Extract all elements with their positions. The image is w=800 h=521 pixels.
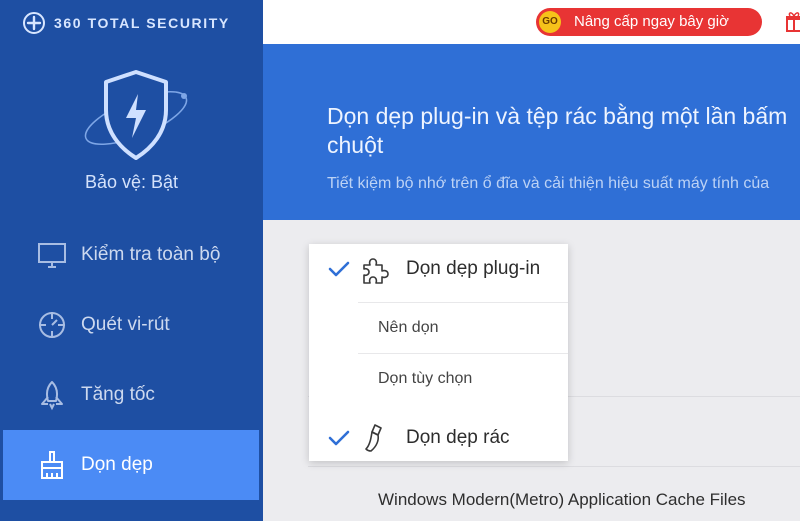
- sidebar-item-label: Tăng tốc: [81, 384, 155, 405]
- plus-logo-icon: [23, 12, 45, 34]
- monitor-icon: [38, 243, 66, 268]
- broom-icon: [41, 451, 63, 479]
- upgrade-label: Nâng cấp ngay bây giờ: [574, 13, 729, 30]
- option-junk-cleanup[interactable]: Dọn dẹp rác: [309, 413, 568, 463]
- sidebar-item-speedup[interactable]: Tăng tốc: [0, 360, 263, 430]
- go-badge-icon: GO: [539, 11, 561, 33]
- option-custom[interactable]: Dọn tùy chọn: [358, 353, 568, 404]
- option-label: Nên dọn: [378, 319, 439, 336]
- sidebar-item-label: Dọn dẹp: [81, 454, 153, 475]
- option-label: Dọn dẹp plug-in: [406, 258, 541, 279]
- list-item[interactable]: Windows Modern(Metro) Application Cache …: [378, 490, 746, 510]
- page-subtitle: Tiết kiệm bộ nhớ trên ổ đĩa và cải thiện…: [327, 175, 770, 192]
- option-label: Dọn dẹp rác: [406, 427, 510, 448]
- gift-icon[interactable]: [785, 10, 800, 32]
- shield-icon: [84, 70, 188, 160]
- checkmark-icon[interactable]: [328, 260, 350, 278]
- cleanup-options-dropdown: Dọn dẹp plug-in Nên dọn Dọn tùy chọn Dọn…: [309, 244, 568, 461]
- brush-icon: [365, 424, 382, 452]
- top-bar: GO Nâng cấp ngay bây giờ: [263, 0, 800, 44]
- checkmark-icon[interactable]: [328, 429, 350, 447]
- option-recommended[interactable]: Nên dọn: [358, 302, 568, 353]
- divider: [308, 466, 800, 467]
- upgrade-button[interactable]: GO Nâng cấp ngay bây giờ: [536, 8, 762, 36]
- sidebar-item-label: Kiểm tra toàn bộ: [81, 244, 221, 265]
- page-title: Dọn dẹp plug-in và tệp rác bằng một lần …: [327, 103, 788, 158]
- brand-name: 360 TOTAL SECURITY: [54, 15, 230, 31]
- crosshair-icon: [39, 312, 65, 338]
- option-plugin-cleanup[interactable]: Dọn dẹp plug-in: [309, 244, 568, 294]
- sidebar-item-full-check[interactable]: Kiểm tra toàn bộ: [0, 220, 263, 290]
- sidebar-item-label: Quét vi-rút: [81, 314, 170, 335]
- brand: 360 TOTAL SECURITY: [22, 10, 230, 36]
- puzzle-icon: [363, 258, 389, 284]
- sidebar-item-cleanup[interactable]: Dọn dẹp: [3, 430, 259, 500]
- protection-status: Bảo vệ: Bật: [84, 172, 179, 192]
- sidebar: 360 TOTAL SECURITY Bảo vệ: Bật Kiểm tra …: [0, 0, 263, 521]
- sidebar-item-virus-scan[interactable]: Quét vi-rút: [0, 290, 263, 360]
- banner: Dọn dẹp plug-in và tệp rác bằng một lần …: [263, 44, 800, 220]
- option-label: Dọn tùy chọn: [378, 370, 473, 387]
- rocket-icon: [41, 381, 63, 411]
